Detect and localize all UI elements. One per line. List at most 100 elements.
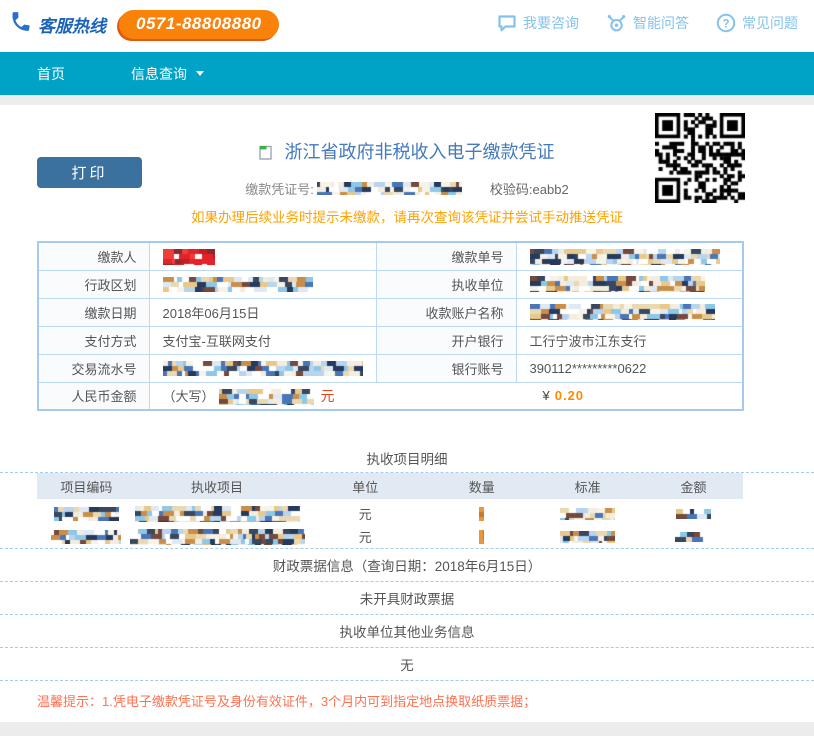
check-code: 校验码:eabb2	[490, 179, 569, 198]
field-label: 收款账户名称	[376, 298, 516, 326]
redacted-value	[530, 304, 715, 320]
detail-title: 执收项目明细	[0, 448, 814, 468]
field-value	[149, 270, 376, 298]
chevron-down-icon	[196, 71, 204, 80]
nav-item-label: 信息查询	[131, 64, 187, 84]
redacted-value	[530, 249, 720, 265]
spacer-strip	[0, 95, 814, 105]
chat-bubble-icon	[497, 14, 517, 32]
section-text: 财政票据信息（查询日期：2018年6月15日）	[273, 555, 542, 575]
redacted-value	[136, 529, 298, 545]
robot-icon	[606, 13, 627, 33]
field-label: 缴款日期	[38, 298, 149, 326]
notice-text: 如果办理后续业务时提示未缴款，请再次查询该凭证并尝试手动推送凭证	[0, 206, 814, 226]
redacted-value	[130, 529, 305, 545]
redacted-value	[37, 507, 136, 521]
svg-text:?: ?	[722, 18, 729, 30]
question-circle-icon: ?	[716, 13, 736, 33]
header-link-0[interactable]: 我要咨询	[497, 13, 579, 33]
field-label: 缴款人	[38, 242, 149, 270]
main-nav: 首页 信息查询	[0, 52, 814, 95]
nav-item-1[interactable]: 信息查询	[131, 64, 204, 84]
detail-column-header: 执收项目	[136, 477, 298, 496]
redacted-value	[163, 277, 313, 292]
info-table-row: 缴款人 缴款单号	[38, 242, 743, 270]
detail-unit-value: 元	[298, 504, 432, 523]
redacted-value	[531, 508, 644, 520]
header-links: 我要咨询 智能问答? 常见问题	[497, 13, 798, 33]
nav-item-0[interactable]: 首页	[37, 64, 65, 84]
redacted-value	[54, 507, 119, 521]
detail-column-header: 单位	[298, 477, 432, 496]
section-text: 无	[400, 654, 414, 674]
detail-column-header: 金额	[644, 477, 743, 496]
content-panel: 打印 浙江省政府非税收入电子缴款凭证 缴款凭证号: 校验码:eabb2 如果办理…	[0, 105, 814, 722]
redacted-value	[676, 509, 711, 519]
voucher-row: 缴款凭证号: 校验码:eabb2	[0, 179, 814, 198]
header-link-2[interactable]: ? 常见问题	[716, 13, 798, 33]
redacted-value	[560, 508, 615, 520]
redacted-value	[560, 531, 615, 543]
section-text: 执收单位其他业务信息	[340, 621, 475, 641]
field-label: 缴款单号	[376, 242, 516, 270]
field-label: 执收单位	[376, 270, 516, 298]
section-row-2: 执收单位其他业务信息	[0, 614, 814, 647]
field-label: 开户银行	[376, 326, 516, 354]
amount-cell: （大写）元¥0.20	[149, 382, 743, 410]
footer-strip	[0, 722, 814, 736]
header-link-1[interactable]: 智能问答	[606, 13, 689, 33]
document-icon	[259, 144, 277, 164]
voucher-no-redacted	[317, 182, 462, 195]
detail-data-row: 元	[37, 525, 743, 548]
field-label: 行政区划	[38, 270, 149, 298]
info-table-amount-row: 人民币金额（大写）元¥0.20	[38, 382, 743, 410]
hotline-label: 客服热线	[38, 12, 106, 37]
hotline: 客服热线 0571-88808880	[8, 9, 279, 39]
uppercase-amount-prefix: （大写）	[163, 389, 215, 404]
redacted-value	[432, 507, 531, 521]
redacted-value	[644, 532, 743, 542]
currency-unit-label: 元	[321, 388, 335, 404]
detail-column-header: 项目编码	[37, 477, 136, 496]
field-value: 工行宁波市江东支行	[516, 326, 743, 354]
header-link-label: 常见问题	[742, 13, 798, 33]
section-text: 未开具财政票据	[360, 588, 455, 608]
redacted-value	[51, 530, 121, 544]
detail-column-header: 数量	[432, 477, 531, 496]
info-table-row: 支付方式支付宝-互联网支付开户银行工行宁波市江东支行	[38, 326, 743, 354]
header-link-label: 我要咨询	[523, 13, 579, 33]
detail-unit-value: 元	[298, 527, 432, 546]
redacted-value	[530, 276, 705, 292]
redacted-value	[163, 249, 215, 265]
info-table-row: 交易流水号银行账号390112*********0622	[38, 354, 743, 382]
section-row-3: 无	[0, 647, 814, 680]
detail-data-row: 元	[37, 502, 743, 525]
field-value: 390112*********0622	[516, 354, 743, 382]
field-value	[516, 242, 743, 270]
field-label: 银行账号	[376, 354, 516, 382]
redacted-value	[135, 506, 300, 522]
redacted-value	[136, 506, 298, 522]
top-header: 客服热线 0571-88808880 我要咨询 智能问答? 常见问题	[0, 0, 814, 52]
voucher-no-label: 缴款凭证号:	[245, 179, 314, 198]
info-table-row: 行政区划 执收单位	[38, 270, 743, 298]
detail-header-row: 项目编码执收项目单位数量标准金额	[37, 473, 743, 499]
field-value	[149, 242, 376, 270]
section-row-1: 未开具财政票据	[0, 581, 814, 614]
tip-text: 温馨提示：1.凭电子缴款凭证号及身份有效证件，3个月内可到指定地点换取纸质票据；	[0, 680, 814, 710]
info-table-row: 缴款日期2018年06月15日收款账户名称	[38, 298, 743, 326]
page-title: 浙江省政府非税收入电子缴款凭证	[0, 138, 814, 165]
field-value	[516, 270, 743, 298]
phone-icon	[6, 9, 35, 39]
detail-column-header: 标准	[531, 477, 644, 496]
info-sections: 财政票据信息（查询日期：2018年6月15日） 未开具财政票据执收单位其他业务信息…	[0, 548, 814, 710]
nav-item-label: 首页	[37, 64, 65, 84]
field-label: 人民币金额	[38, 382, 149, 410]
redacted-value	[531, 531, 644, 543]
redacted-value	[479, 530, 484, 544]
hotline-number-badge: 0571-88808880	[119, 10, 279, 39]
redacted-value	[163, 361, 363, 376]
header-link-label: 智能问答	[633, 13, 689, 33]
field-value	[516, 298, 743, 326]
redacted-value	[479, 507, 484, 521]
